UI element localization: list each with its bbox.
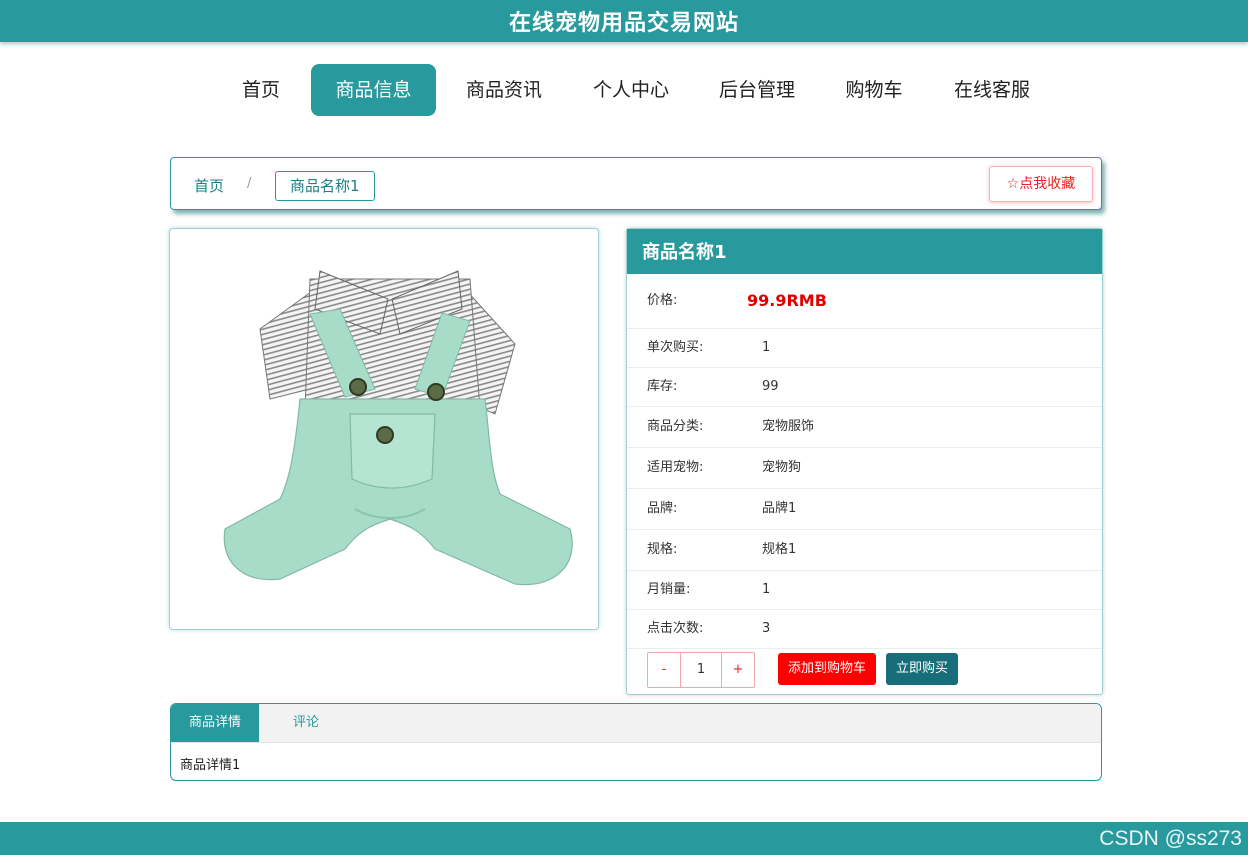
info-row-spec: 规格: 规格1 — [627, 530, 1102, 571]
info-row-value: 1 — [762, 340, 771, 355]
info-row-purchase-limit: 单次购买: 1 — [627, 329, 1102, 368]
nav-item-admin[interactable]: 后台管理 — [703, 64, 811, 116]
site-header: 在线宠物用品交易网站 — [0, 0, 1248, 42]
favorite-button[interactable]: ☆点我收藏 — [989, 166, 1093, 202]
breadcrumb-separator: / — [247, 176, 252, 191]
info-row-key: 单次购买: — [647, 340, 704, 355]
breadcrumb-home[interactable]: 首页 — [194, 175, 224, 196]
info-row-key: 月销量: — [647, 582, 691, 597]
info-row-key: 库存: — [647, 379, 678, 394]
nav-item-cart[interactable]: 购物车 — [829, 64, 919, 116]
nav-item-personal-center[interactable]: 个人中心 — [577, 64, 685, 116]
info-row-key: 品牌: — [647, 501, 678, 516]
nav-item-products[interactable]: 商品信息 — [311, 64, 436, 116]
site-footer — [0, 822, 1248, 855]
price-row: 价格: 99.9RMB — [627, 274, 1102, 329]
info-row-value: 宠物服饰 — [762, 419, 815, 434]
info-row-key: 规格: — [647, 542, 678, 557]
nav-item-customer-service[interactable]: 在线客服 — [938, 64, 1046, 116]
nav-item-home[interactable]: 首页 — [222, 64, 300, 116]
main-nav: 首页 商品信息 商品资讯 个人中心 后台管理 购物车 在线客服 — [0, 64, 1248, 116]
info-row-monthly-sales: 月销量: 1 — [627, 571, 1102, 610]
buy-now-button[interactable]: 立即购买 — [886, 653, 958, 685]
watermark: CSDN @ss273 — [1099, 827, 1242, 850]
nav-item-news[interactable]: 商品资讯 — [450, 64, 558, 116]
site-title: 在线宠物用品交易网站 — [508, 11, 739, 36]
price-label: 价格: — [647, 293, 678, 308]
tab-product-details[interactable]: 商品详情 — [171, 704, 259, 742]
quantity-increase-button[interactable]: + — [722, 653, 754, 687]
tab-comments[interactable]: 评论 — [279, 704, 333, 742]
info-row-stock: 库存: 99 — [627, 368, 1102, 407]
quantity-input[interactable]: 1 — [680, 653, 722, 687]
tab-content: 商品详情1 — [180, 758, 241, 773]
info-row-value: 规格1 — [762, 542, 797, 557]
info-row-click-count: 点击次数: 3 — [627, 610, 1102, 649]
price-value: 99.9RMB — [747, 291, 827, 310]
info-row-key: 点击次数: — [647, 621, 704, 636]
info-row-category: 商品分类: 宠物服饰 — [627, 407, 1102, 448]
info-row-pet-type: 适用宠物: 宠物狗 — [627, 448, 1102, 489]
info-row-value: 3 — [762, 621, 771, 636]
breadcrumb: 首页 / 商品名称1 ☆点我收藏 — [170, 157, 1102, 210]
add-to-cart-button[interactable]: 添加到购物车 — [778, 653, 876, 685]
quantity-stepper: - 1 + — [647, 652, 755, 688]
detail-tabs: 商品详情 评论 商品详情1 — [170, 703, 1102, 781]
info-row-value: 99 — [762, 379, 779, 394]
breadcrumb-current[interactable]: 商品名称1 — [275, 171, 375, 201]
info-row-value: 宠物狗 — [762, 460, 802, 475]
info-row-key: 适用宠物: — [647, 460, 704, 475]
tab-bar: 商品详情 评论 — [171, 704, 1101, 743]
info-row-brand: 品牌: 品牌1 — [627, 489, 1102, 530]
info-row-value: 1 — [762, 582, 771, 597]
product-info-panel: 商品名称1 价格: 99.9RMB 单次购买: 1 库存: 99 商品分类: 宠… — [626, 228, 1103, 695]
product-image-frame — [169, 228, 599, 630]
product-image — [223, 270, 573, 586]
info-row-key: 商品分类: — [647, 419, 704, 434]
info-row-value: 品牌1 — [762, 501, 797, 516]
quantity-decrease-button[interactable]: - — [648, 653, 680, 687]
product-title: 商品名称1 — [627, 229, 1102, 274]
